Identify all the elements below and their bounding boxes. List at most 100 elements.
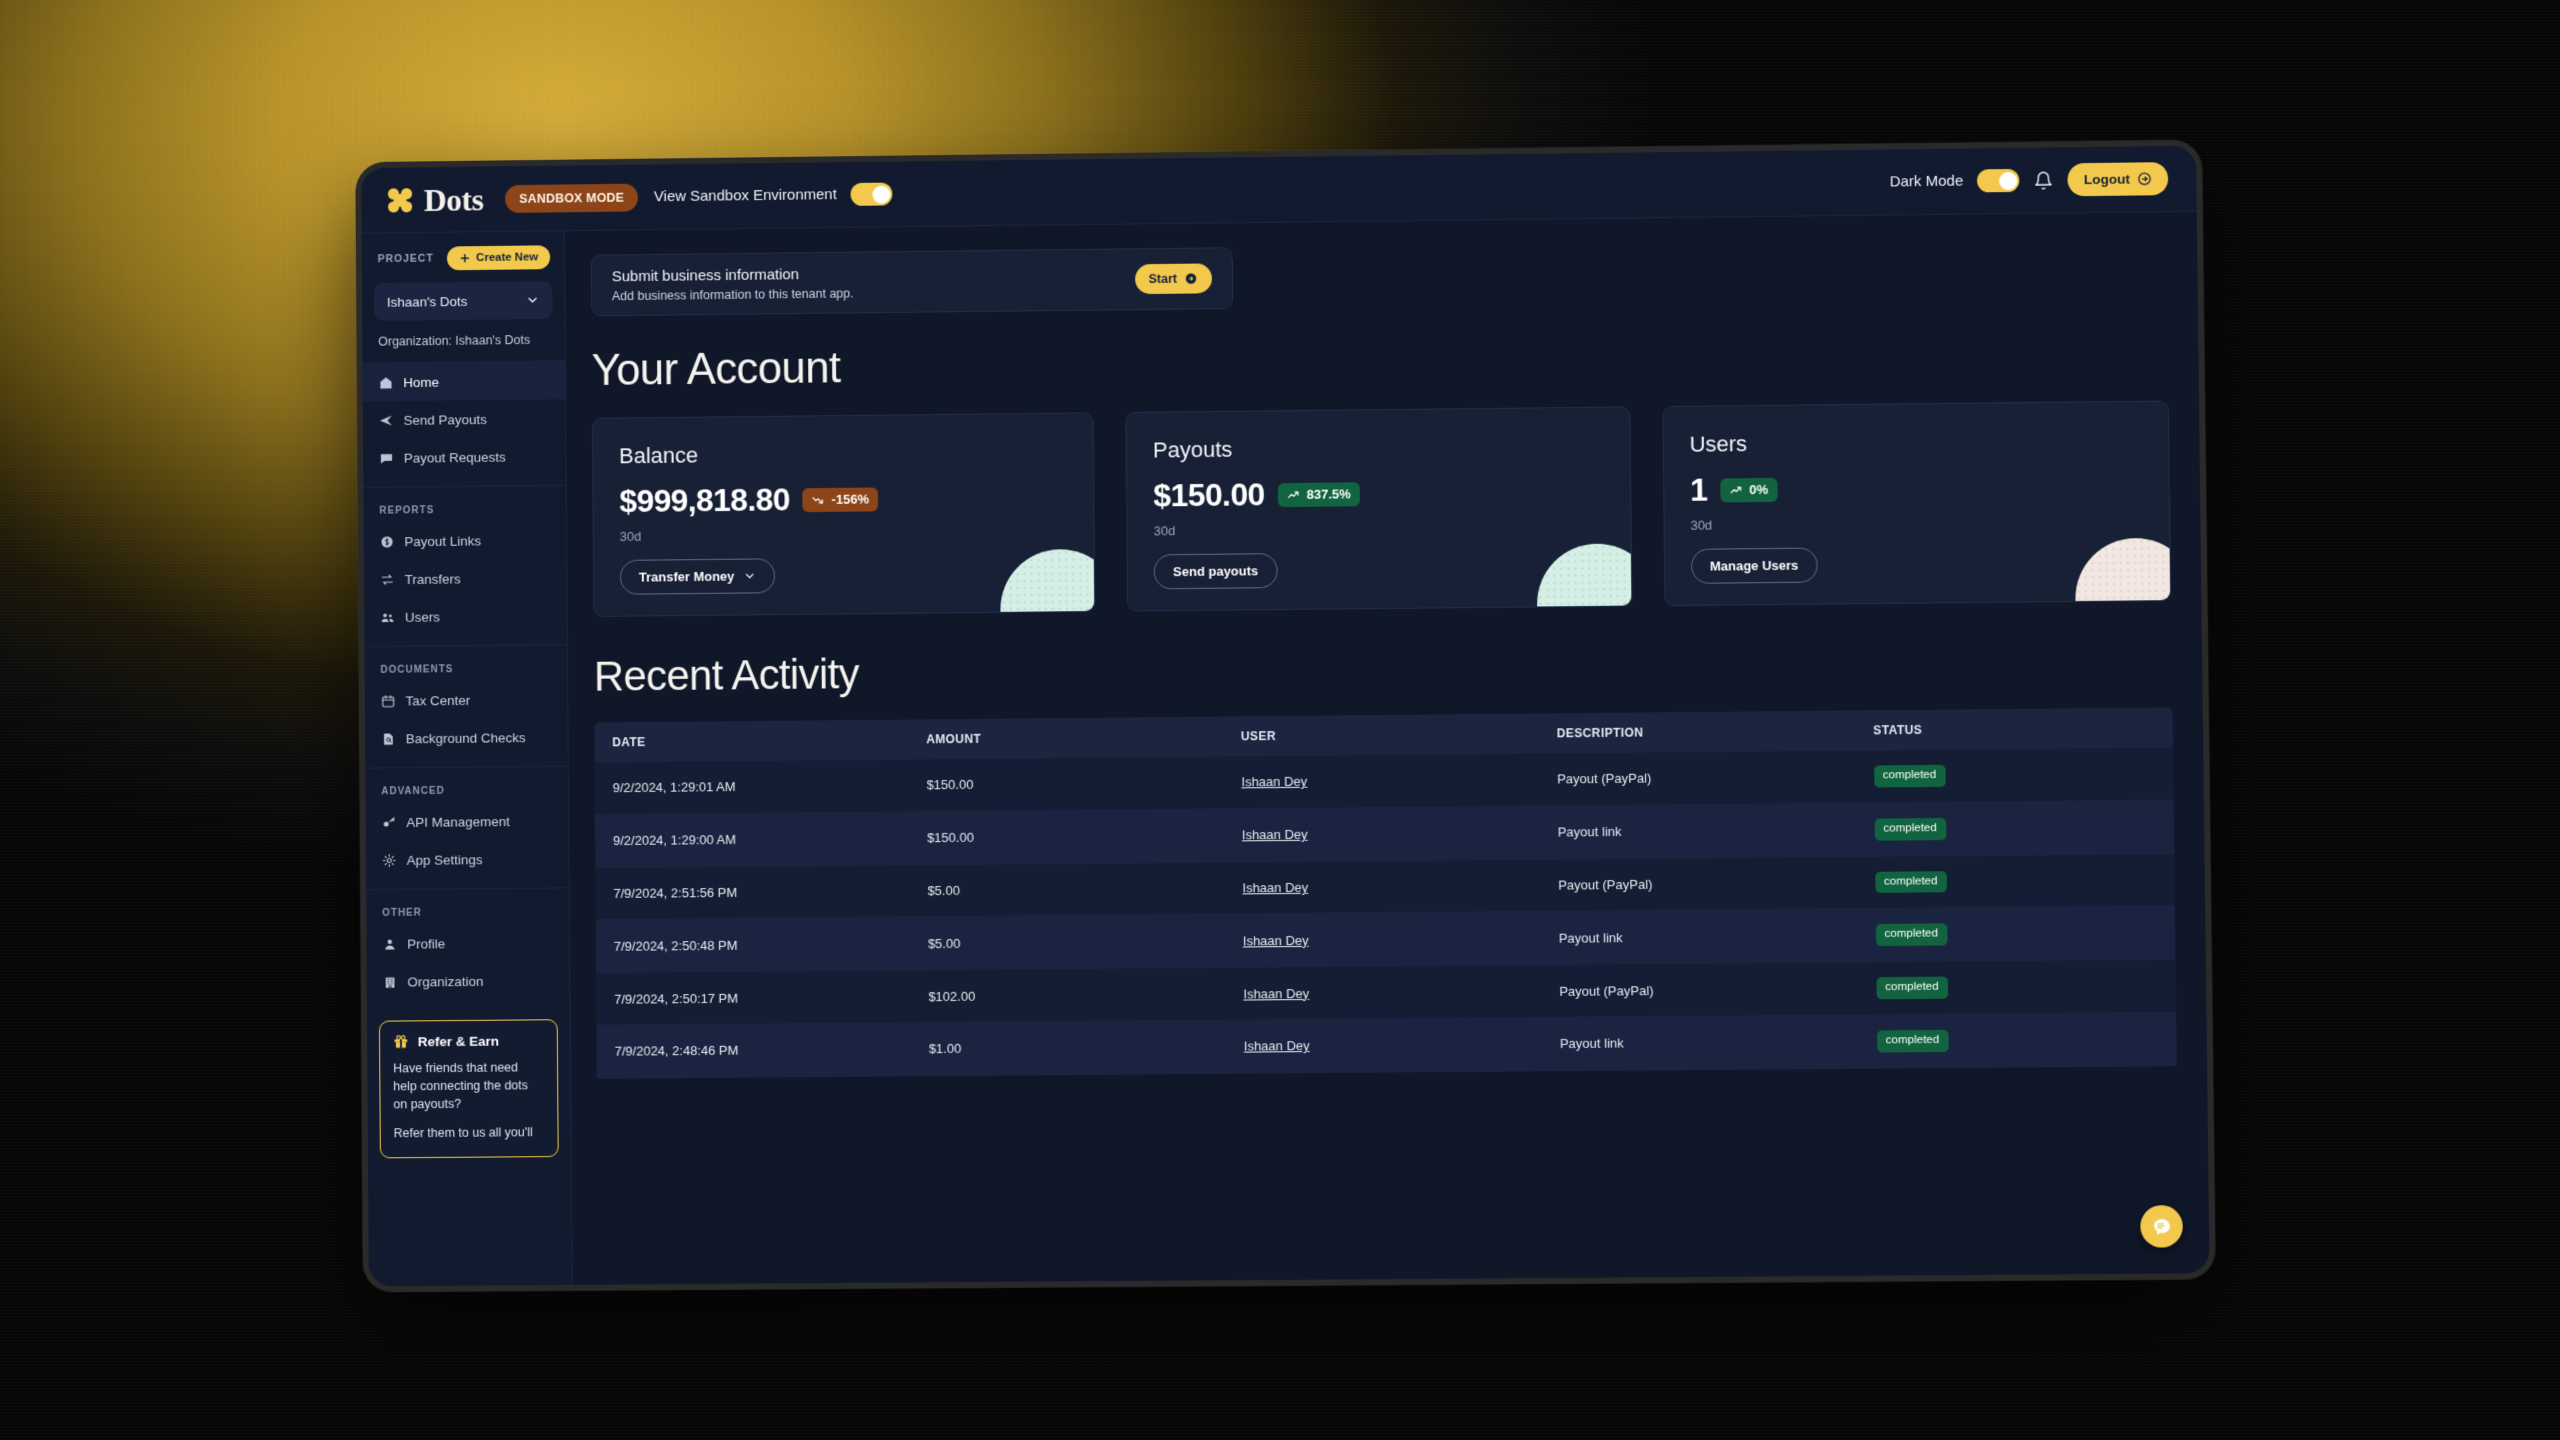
- stat-card-value-row: 1 0%: [1690, 467, 2143, 509]
- sidebar-item-transfers[interactable]: Transfers: [364, 558, 567, 598]
- cell-user: Ishaan Dey: [1224, 858, 1541, 915]
- user-link[interactable]: Ishaan Dey: [1243, 933, 1309, 949]
- stat-cards-row: Balance $999,818.80 -156% 30d Transfer Money…: [591, 400, 2172, 617]
- stat-card-delta-badge: -156%: [802, 486, 878, 512]
- user-link[interactable]: Ishaan Dey: [1243, 986, 1309, 1002]
- cell-user: Ishaan Dey: [1225, 1017, 1543, 1074]
- cell-description: Payout (PayPal): [1539, 855, 1858, 912]
- logout-button[interactable]: Logout: [2067, 162, 2169, 197]
- sidebar-primary-section: Home Send Payouts Payout Requests: [362, 361, 566, 488]
- sidebar-item-label: Send Payouts: [403, 411, 487, 428]
- cell-user: Ishaan Dey: [1225, 964, 1542, 1021]
- cell-status: completed: [1857, 906, 2176, 962]
- user-link[interactable]: Ishaan Dey: [1244, 1038, 1310, 1054]
- sidebar-item-home[interactable]: Home: [362, 361, 566, 402]
- cell-status: completed: [1856, 853, 2175, 909]
- chevron-down-icon: [526, 293, 540, 307]
- stat-card-users: Users 1 0% 30d Manage Users: [1662, 400, 2172, 607]
- sidebar-group-label: REPORTS: [379, 505, 435, 517]
- notification-bell-icon[interactable]: [2034, 170, 2054, 190]
- user-link[interactable]: Ishaan Dey: [1242, 827, 1308, 843]
- create-new-button[interactable]: Create New: [447, 245, 551, 271]
- user-link[interactable]: Ishaan Dey: [1241, 774, 1307, 790]
- sidebar-group-label: ADVANCED: [381, 785, 445, 798]
- cell-description: Payout (PayPal): [1540, 961, 1859, 1018]
- cell-amount: $5.00: [909, 914, 1226, 970]
- project-selector[interactable]: Ishaan's Dots: [373, 281, 553, 321]
- stat-card-action-balance[interactable]: Transfer Money: [619, 558, 776, 595]
- cell-date: 7/9/2024, 2:51:56 PM: [595, 864, 910, 920]
- topbar-right-group: Dark Mode Logout: [1889, 162, 2169, 198]
- table-column-header[interactable]: DATE: [594, 719, 909, 763]
- stat-card-title: Payouts: [1152, 436, 1233, 463]
- trend-up-icon: [1729, 483, 1743, 497]
- table-column-header[interactable]: AMOUNT: [908, 716, 1224, 760]
- dark-mode-label: Dark Mode: [1889, 172, 1964, 191]
- stat-card-delta-value: 0%: [1749, 481, 1769, 498]
- table-column-header[interactable]: STATUS: [1854, 707, 2173, 751]
- sidebar-item-payout-requests[interactable]: Payout Requests: [363, 437, 566, 477]
- cell-amount: $102.00: [910, 967, 1226, 1023]
- sidebar-item-payout-links[interactable]: Payout Links: [364, 521, 567, 561]
- sidebar-item-profile[interactable]: Profile: [366, 923, 569, 963]
- dark-mode-toggle[interactable]: [1977, 168, 2020, 193]
- cell-user: Ishaan Dey: [1223, 753, 1540, 809]
- sidebar-item-api-management[interactable]: API Management: [366, 802, 569, 842]
- refer-paragraph-2: Refer them to us all you'll: [393, 1125, 533, 1141]
- stat-card-action-users[interactable]: Manage Users: [1690, 547, 1818, 584]
- dollar-circle-icon: [381, 535, 393, 548]
- banner-subtitle: Add business information to this tenant …: [611, 285, 854, 303]
- refer-paragraph-1: Have friends that need help connecting t…: [393, 1060, 528, 1112]
- arrow-right-circle-icon: [1185, 273, 1197, 284]
- home-icon: [380, 376, 392, 388]
- gear-icon: [382, 853, 397, 868]
- cell-date: 7/9/2024, 2:48:46 PM: [596, 1022, 912, 1079]
- sidebar-item-background-checks[interactable]: Background Checks: [365, 718, 568, 758]
- key-icon: [383, 816, 395, 827]
- sidebar-item-app-settings[interactable]: App Settings: [366, 839, 569, 879]
- chat-icon: [380, 453, 393, 463]
- sidebar-item-label: Tax Center: [405, 692, 471, 708]
- stat-card-delta-value: -156%: [831, 491, 869, 507]
- sidebar-item-send-payouts[interactable]: Send Payouts: [363, 399, 566, 439]
- refer-and-earn-card[interactable]: Refer & Earn Have friends that need help…: [378, 1019, 559, 1158]
- stat-card-action-payouts[interactable]: Send payouts: [1153, 553, 1278, 590]
- chat-bubble-icon: [2153, 1218, 2170, 1235]
- brand-logo[interactable]: Dots: [385, 181, 484, 217]
- sidebar-item-tax-center[interactable]: Tax Center: [365, 680, 568, 720]
- chat-support-button[interactable]: [2140, 1205, 2183, 1248]
- table-column-header[interactable]: USER: [1222, 713, 1539, 757]
- dots-logo-icon: [387, 187, 413, 213]
- sidebar-item-organization[interactable]: Organization: [367, 961, 570, 1001]
- sidebar-item-label: Organization: [407, 973, 484, 990]
- cell-description: Payout link: [1539, 803, 1857, 859]
- table-column-header[interactable]: DESCRIPTION: [1538, 710, 1856, 754]
- sidebar-item-label: Transfers: [404, 571, 461, 587]
- cell-status: completed: [1857, 959, 2177, 1015]
- stat-card-payouts: Payouts $150.00 837.5% 30d Send payouts: [1125, 406, 1633, 612]
- refer-title-label: Refer & Earn: [417, 1033, 500, 1049]
- toggle-knob: [1998, 171, 2018, 190]
- user-link[interactable]: Ishaan Dey: [1242, 880, 1308, 896]
- sidebar-group-advanced: ADVANCED API Management App Settings: [365, 766, 569, 891]
- cell-status: completed: [1855, 747, 2174, 804]
- sidebar-item-users[interactable]: Users: [364, 596, 567, 636]
- chevron-down-icon: [743, 569, 756, 582]
- cell-date: 7/9/2024, 2:50:48 PM: [595, 917, 911, 973]
- sidebar-group-label: DOCUMENTS: [380, 664, 454, 676]
- create-new-label: Create New: [476, 251, 539, 265]
- recent-activity-title: Recent Activity: [593, 650, 860, 700]
- sandbox-mode-badge: SANDBOX MODE: [505, 183, 639, 213]
- trend-up-icon: [1288, 491, 1300, 498]
- banner-title: Submit business information: [611, 265, 800, 285]
- stat-card-balance: Balance $999,818.80 -156% 30d Transfer Money: [591, 412, 1096, 617]
- banner-start-button[interactable]: Start: [1134, 263, 1213, 295]
- arrow-right-circle-icon: [2137, 171, 2152, 186]
- sandbox-environment-toggle[interactable]: [850, 182, 893, 206]
- recent-activity-table: DATE AMOUNT USER DESCRIPTION STATUS 9/2/2024…: [594, 707, 2177, 1079]
- sidebar-item-label: Users: [404, 609, 440, 625]
- sidebar-group-documents: DOCUMENTS Tax Center Background Checks: [364, 645, 568, 769]
- trend-down-icon: [812, 492, 826, 506]
- table-body: 9/2/2024, 1:29:01 AM $150.00 Ishaan Dey Pay…: [594, 747, 2177, 1079]
